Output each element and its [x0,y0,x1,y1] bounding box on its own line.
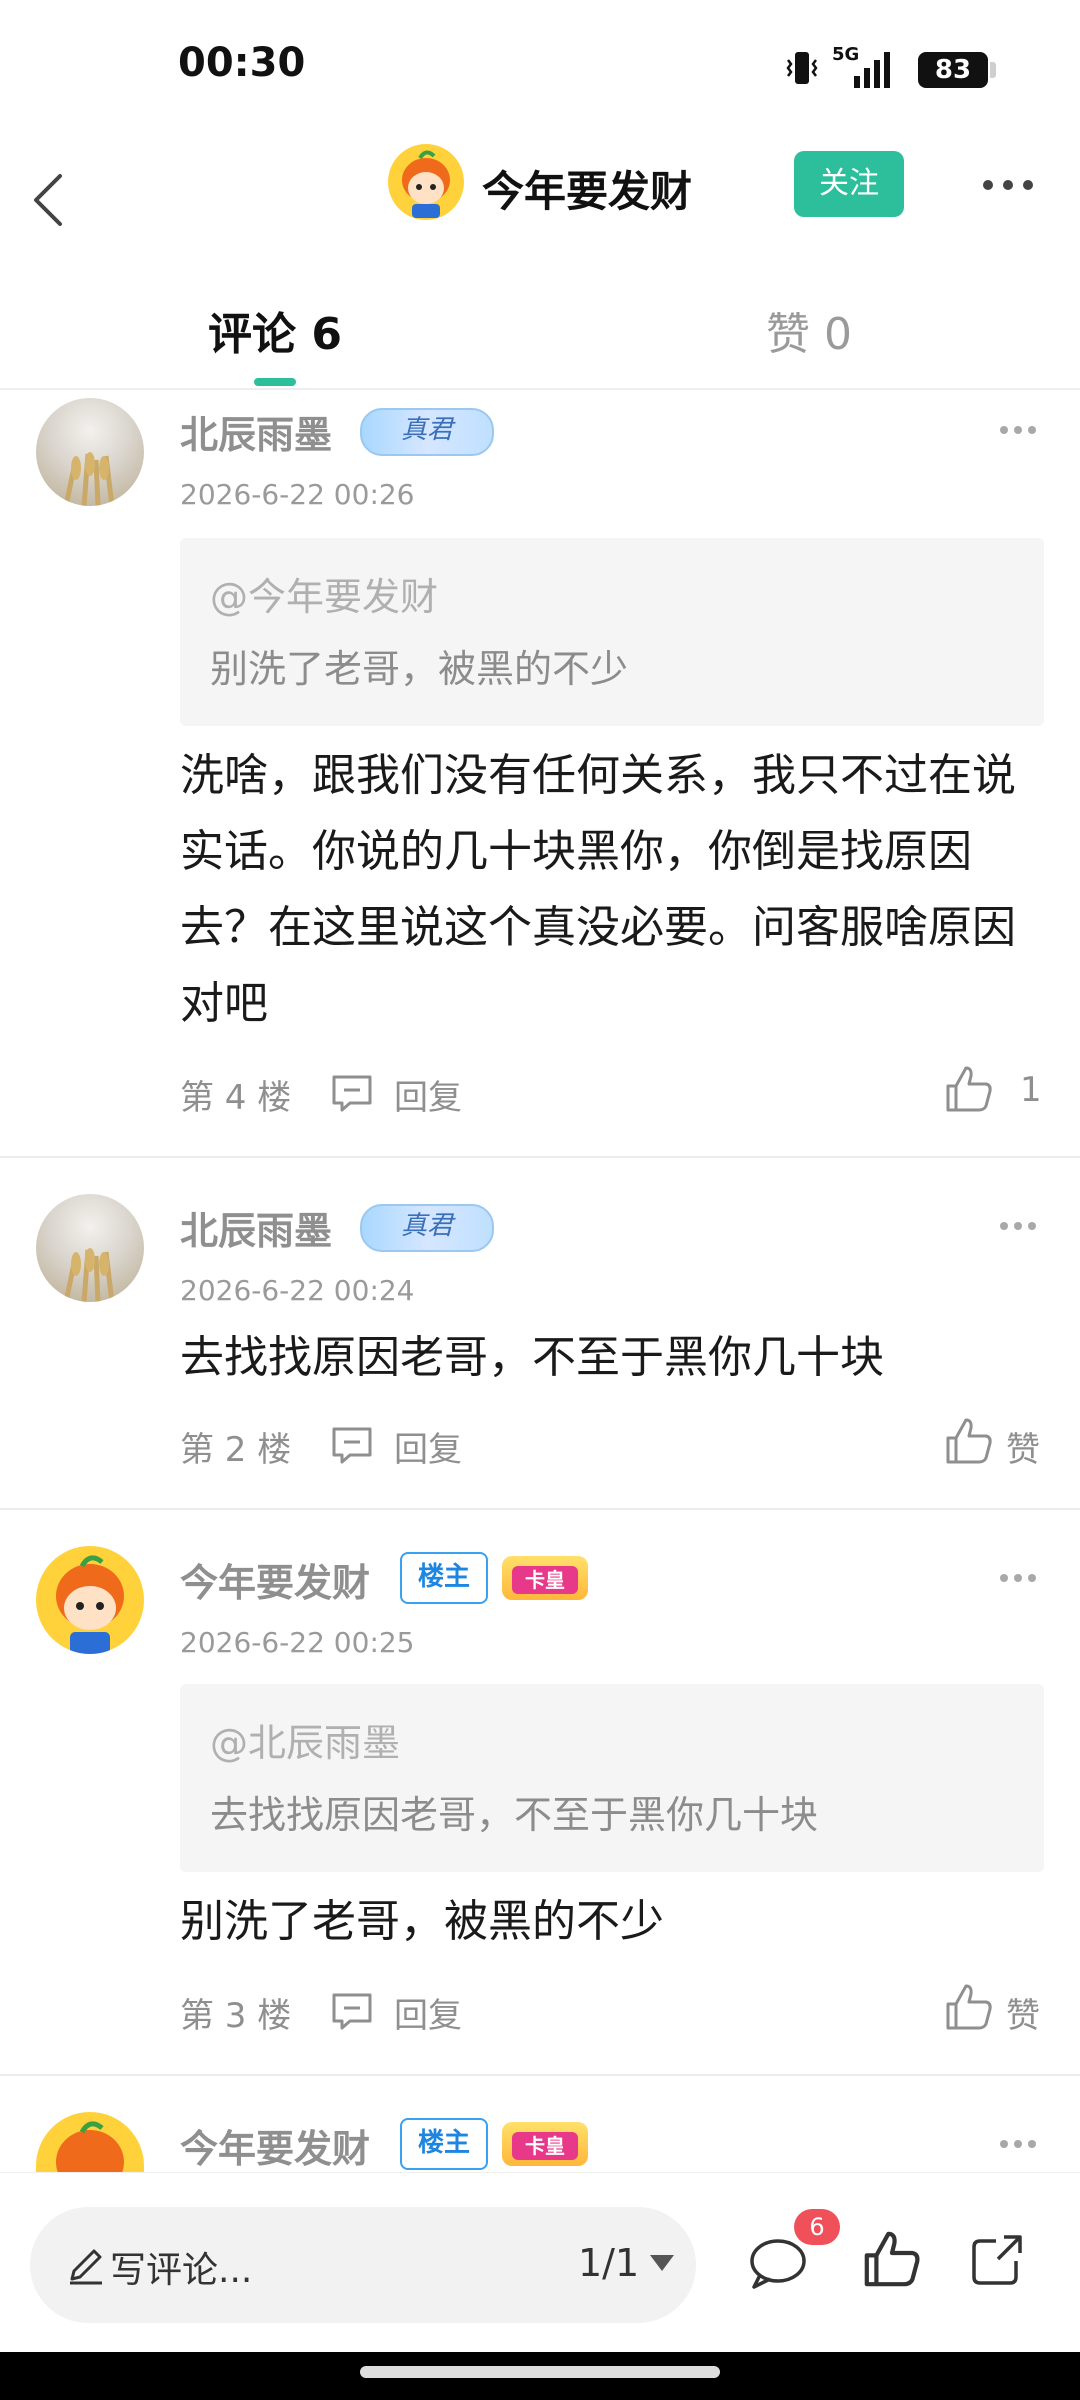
crown-badge: 卡皇 [502,2122,588,2166]
signal-icon [854,52,890,88]
comment-username[interactable]: 今年要发财 [180,2118,370,2173]
comment-input[interactable]: 写评论... 1/1 [30,2207,696,2323]
quote-text: 别洗了老哥，被黑的不少 [210,647,629,691]
comment-more-button[interactable] [1000,1568,1040,1588]
status-time: 00:30 [178,40,306,86]
comment-body: 洗啥，跟我们没有任何关系，我只不过在说实话。你说的几十块黑你，你倒是找原因去？在… [180,750,1016,1029]
like-count: 1 [1020,1070,1042,1110]
comment-username[interactable]: 北辰雨墨 [180,404,332,459]
quote-username: @北辰雨墨 [210,1721,401,1765]
back-button[interactable] [20,150,100,250]
quoted-comment[interactable]: @今年要发财 别洗了老哥，被黑的不少 [180,538,1044,726]
comment-more-button[interactable] [1000,420,1040,440]
battery-tip [990,62,996,78]
reply-button[interactable]: 回复 [394,1070,462,1119]
thumbs-up-icon[interactable] [944,1064,994,1114]
tab-likes[interactable]: 赞 0 [766,298,852,362]
more-icon [1000,426,1008,434]
thumbs-up-icon[interactable] [944,1982,994,2032]
follow-button[interactable]: 关注 [794,151,904,217]
pencil-icon [70,2249,102,2285]
comment-more-button[interactable] [1000,1216,1040,1236]
comment-input-placeholder: 写评论... [110,2250,253,2291]
comment-date: 2026-6-22 00:26 [180,478,415,511]
quoted-comment[interactable]: @北辰雨墨 去找找原因老哥，不至于黑你几十块 [180,1684,1044,1872]
tab-comments[interactable]: 评论 6 [208,298,342,362]
avatar[interactable] [36,1546,144,1654]
quote-text: 去找找原因老哥，不至于黑你几十块 [210,1793,819,1837]
more-icon [1000,1574,1008,1582]
header-username[interactable]: 今年要发财 [482,158,692,219]
comment-username[interactable]: 今年要发财 [180,1552,370,1607]
comment-count-badge: 6 [794,2209,840,2245]
share-icon[interactable] [968,2229,1028,2289]
floor-number: 第 2 楼 [180,1430,292,1470]
owner-badge: 楼主 [400,2118,488,2170]
chevron-down-icon[interactable] [650,2255,674,2271]
system-nav-area [0,2352,1080,2400]
comment-divider [0,1508,1080,1510]
comment-username[interactable]: 北辰雨墨 [180,1200,332,1255]
header-avatar[interactable] [388,144,464,220]
page-indicator[interactable]: 1/1 [578,2241,639,2285]
more-icon [983,180,1033,190]
like-label[interactable]: 赞 [1006,1422,1040,1471]
comment-date: 2026-6-22 00:24 [180,1274,415,1307]
thumbs-up-icon[interactable] [862,2229,922,2289]
avatar[interactable] [36,1194,144,1302]
like-label[interactable]: 赞 [1006,1988,1040,2037]
owner-badge: 楼主 [400,1552,488,1604]
back-icon [34,174,62,226]
status-bar: 00:30 5G 83 [0,0,1080,140]
avatar[interactable] [36,2112,144,2172]
home-indicator[interactable] [360,2366,720,2378]
floor-number: 第 3 楼 [180,1996,292,2036]
vibrate-icon [786,52,818,84]
reply-icon[interactable] [330,1425,374,1465]
reply-button[interactable]: 回复 [394,1988,462,2037]
crown-badge: 卡皇 [502,1556,588,1600]
avatar[interactable] [36,398,144,506]
tab-divider [0,388,1080,390]
level-badge: 真君 [360,1204,494,1252]
more-button[interactable] [974,160,1044,210]
floor-number: 第 4 楼 [180,1078,292,1118]
more-icon [1000,1222,1008,1230]
reply-icon[interactable] [330,1991,374,2031]
quote-username: @今年要发财 [210,575,439,619]
comment-body: 去找找原因老哥，不至于黑你几十块 [180,1332,884,1383]
level-badge: 真君 [360,408,494,456]
reply-icon[interactable] [330,1073,374,1113]
thumbs-up-icon[interactable] [944,1416,994,1466]
comment-date: 2026-6-22 00:25 [180,1626,415,1659]
battery-level: 83 [918,52,988,88]
comment-body: 别洗了老哥，被黑的不少 [180,1896,664,1947]
comment-more-button[interactable] [1000,2134,1040,2154]
more-icon [1000,2140,1008,2148]
comment-divider [0,1156,1080,1158]
bottom-bar: 写评论... 1/1 6 [0,2172,1080,2353]
tab-active-indicator [254,378,296,386]
status-icons: 5G 83 [782,44,1002,94]
comment-divider [0,2074,1080,2076]
reply-button[interactable]: 回复 [394,1422,462,1471]
